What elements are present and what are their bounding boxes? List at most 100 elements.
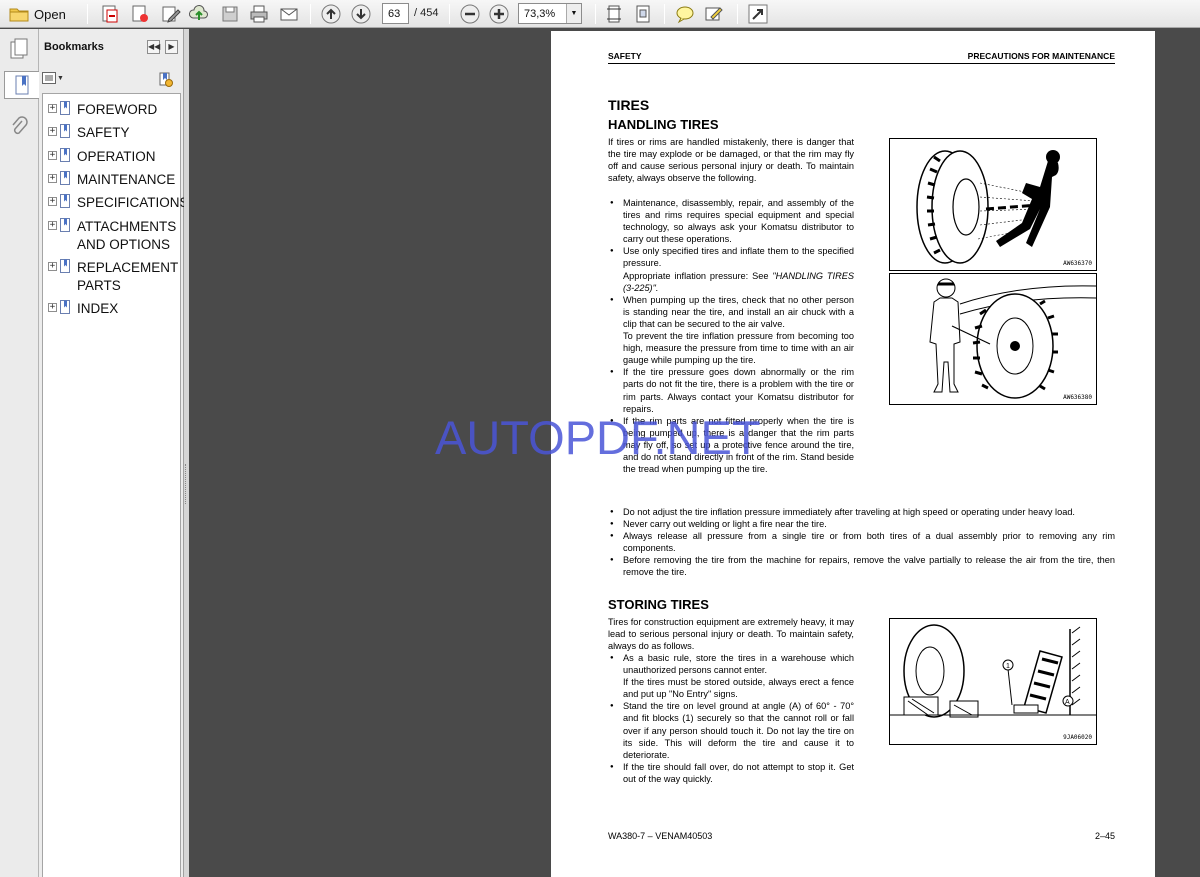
arrow-up-circle-icon <box>321 4 341 24</box>
expand-icon[interactable]: + <box>48 303 57 312</box>
zoom-in-button[interactable] <box>488 3 510 25</box>
previous-page-button[interactable] <box>320 3 342 25</box>
bookmark-icon <box>60 148 70 162</box>
expand-icon[interactable]: + <box>48 262 57 271</box>
header-rule <box>608 63 1115 64</box>
storing-intro-paragraph: Tires for construction equipment are ext… <box>608 617 854 652</box>
bookmark-options-button[interactable]: ▼ <box>42 72 64 84</box>
bookmark-item-attachments-and-options[interactable]: + ATTACHMENTS AND OPTIONS <box>48 218 177 254</box>
folder-icon <box>9 8 29 22</box>
comment-button[interactable] <box>674 3 696 25</box>
upload-button[interactable] <box>188 3 210 25</box>
bookmark-icon <box>60 300 70 314</box>
bullet-item: Use only specified tires and inflate the… <box>608 245 854 269</box>
heading-storing-tires: STORING TIRES <box>608 597 709 612</box>
highlight-button[interactable] <box>703 3 725 25</box>
bookmark-icon <box>60 124 70 138</box>
combine-files-button[interactable] <box>129 3 151 25</box>
bullet-item: As a basic rule, store the tires in a wa… <box>608 652 854 676</box>
pages-icon <box>10 38 28 59</box>
panel-splitter[interactable] <box>184 29 189 877</box>
bookmarks-panel: Bookmarks ◀◀ ▶ ▼ + FOREWORD + SAFETY + O… <box>39 29 189 877</box>
cloud-upload-icon <box>189 4 208 20</box>
chevron-down-icon: ▼ <box>57 74 64 82</box>
edit-button[interactable] <box>160 3 182 25</box>
paperclip-icon <box>12 116 28 135</box>
minus-circle-icon <box>460 4 480 24</box>
envelope-icon <box>280 8 298 21</box>
combine-icon <box>132 5 148 22</box>
bookmarks-panel-button[interactable] <box>4 71 40 99</box>
expand-icon[interactable]: + <box>48 197 57 206</box>
bookmark-label: ATTACHMENTS AND OPTIONS <box>77 219 177 252</box>
print-button[interactable] <box>248 3 270 25</box>
next-page-button[interactable] <box>350 3 372 25</box>
bookmark-item-foreword[interactable]: + FOREWORD <box>48 101 177 119</box>
fit-width-button[interactable] <box>632 3 654 25</box>
page-total: / 454 <box>414 7 439 19</box>
figure-label-a: A <box>1065 699 1070 706</box>
bookmark-item-index[interactable]: + INDEX <box>48 300 177 318</box>
plus-circle-icon <box>489 4 509 24</box>
navigation-strip <box>0 29 40 877</box>
bookmark-item-maintenance[interactable]: + MAINTENANCE <box>48 171 177 189</box>
expand-icon[interactable]: + <box>48 221 57 230</box>
bookmarks-toolbar: ▼ <box>39 67 184 93</box>
pages-panel-button[interactable] <box>5 35 33 63</box>
expand-icon[interactable]: + <box>48 151 57 160</box>
bookmark-label: INDEX <box>77 301 119 316</box>
bullet-item: Stand the tire on level ground at angle … <box>608 700 854 760</box>
toolbar: Open 63 / 454 73,3% ▼ <box>0 0 1200 28</box>
expand-icon[interactable]: + <box>48 174 57 183</box>
printer-icon <box>250 5 268 23</box>
fit-page-icon <box>607 5 621 23</box>
heading-handling-tires: HANDLING TIRES <box>608 117 719 132</box>
bookmark-item-safety[interactable]: + SAFETY <box>48 124 177 142</box>
bullet-item: Maintenance, disassembly, repair, and as… <box>608 197 854 245</box>
bookmark-item-replacement-parts[interactable]: + REPLACEMENT PARTS <box>48 259 178 295</box>
figure-code: AW636380 <box>1063 394 1092 401</box>
zoom-out-button[interactable] <box>459 3 481 25</box>
page-header-title: PRECAUTIONS FOR MAINTENANCE <box>967 51 1115 61</box>
email-button[interactable] <box>278 3 300 25</box>
figure-tire-storage: 1 A 9JA06020 <box>889 618 1097 745</box>
bullet-item: If the tire should fall over, do not att… <box>608 761 854 785</box>
speech-bubble-icon <box>676 6 694 24</box>
floppy-icon <box>222 6 238 22</box>
tire-inflation-illustration <box>929 278 1097 399</box>
bookmark-label: FOREWORD <box>77 102 158 117</box>
tire-storage-illustration: 1 A <box>890 624 1096 718</box>
new-bookmark-icon <box>159 72 173 87</box>
bookmark-label: SAFETY <box>77 125 130 140</box>
save-button[interactable] <box>219 3 241 25</box>
expand-icon[interactable]: + <box>48 127 57 136</box>
create-pdf-icon <box>102 5 118 23</box>
collapse-panel-button[interactable]: ◀◀ <box>147 40 160 54</box>
pressure-note: Appropriate inflation pressure: See <box>623 270 769 281</box>
bullet-continuation: Appropriate inflation pressure: See "HAN… <box>608 270 854 294</box>
fit-page-button[interactable] <box>603 3 625 25</box>
new-bookmark-button[interactable] <box>157 71 173 92</box>
bullet-item: When pumping up the tires, check that no… <box>608 294 854 330</box>
bullet-continuation: To prevent the tire inflation pressure f… <box>623 331 854 366</box>
bullet-item: Always release all pressure from a singl… <box>608 530 1115 554</box>
attachments-panel-button[interactable] <box>5 113 33 141</box>
bookmarks-panel-title: Bookmarks <box>44 41 104 53</box>
bookmark-item-operation[interactable]: + OPERATION <box>48 148 177 166</box>
handling-bullet-list-wide: Do not adjust the tire inflation pressur… <box>608 506 1115 579</box>
panel-options-button[interactable]: ▶ <box>165 40 178 54</box>
zoom-select[interactable]: 73,3% ▼ <box>518 3 582 24</box>
open-button[interactable]: Open <box>8 3 66 25</box>
bullet-item: Before removing the tire from the machin… <box>608 554 1115 578</box>
open-label: Open <box>34 6 66 22</box>
expand-icon[interactable]: + <box>48 104 57 113</box>
bookmark-label: OPERATION <box>77 149 156 164</box>
expand-button[interactable] <box>747 3 769 25</box>
figure-tire-explosion: AW636370 <box>889 138 1097 271</box>
bookmark-item-specifications[interactable]: + SPECIFICATIONS <box>48 194 189 212</box>
create-pdf-button[interactable] <box>99 3 121 25</box>
storing-bullet-list: As a basic rule, store the tires in a wa… <box>608 652 854 785</box>
page-number-input[interactable]: 63 <box>382 3 409 24</box>
bookmark-icon <box>15 75 28 95</box>
chevron-down-icon[interactable]: ▼ <box>566 4 581 23</box>
